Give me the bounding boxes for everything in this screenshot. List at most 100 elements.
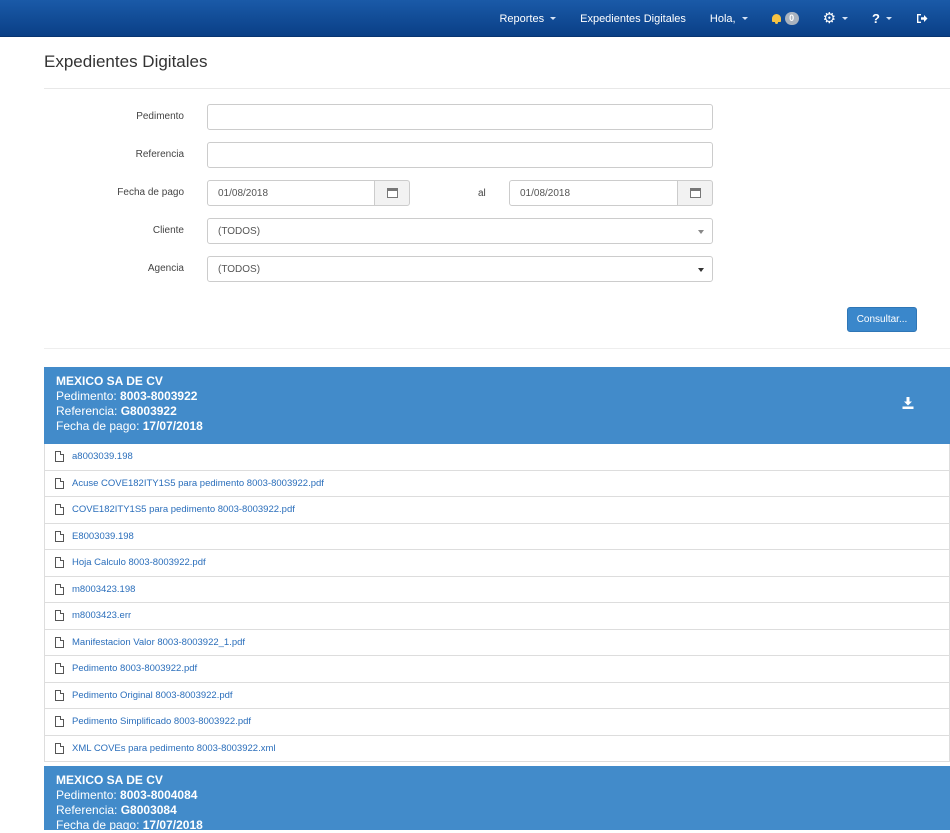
file-icon (55, 530, 64, 542)
al-label: al (478, 188, 486, 199)
fecha-desde-calendar-button[interactable] (374, 180, 410, 206)
gears-icon: ⚙ (822, 10, 837, 27)
nav-user-menu[interactable]: Hola, (710, 13, 748, 25)
file-link[interactable]: Pedimento Simplificado 8003-8003922.pdf (72, 716, 251, 727)
file-row: Pedimento Simplificado 8003-8003922.pdf (44, 709, 950, 736)
pedimento-label: Pedimento: (56, 389, 117, 403)
notification-badge: 0 (784, 12, 799, 25)
navbar-menu: Reportes Expedientes Digitales Hola, 0 ⚙… (499, 0, 950, 37)
fecha-value: 17/07/2018 (142, 419, 203, 433)
file-link[interactable]: Acuse COVE182ITY1S5 para pedimento 8003-… (72, 478, 324, 489)
file-icon (55, 504, 64, 516)
logout-icon (917, 14, 928, 23)
fecha-line: Fecha de pago: 17/07/2018 (56, 419, 938, 434)
file-icon (55, 663, 64, 675)
file-row: Pedimento 8003-8003922.pdf (44, 656, 950, 683)
cliente-label: Cliente (152, 225, 184, 236)
nav-reportes[interactable]: Reportes (499, 12, 557, 25)
nav-notifications[interactable]: 0 (771, 12, 799, 25)
referencia-value: G8003922 (120, 404, 177, 418)
file-link[interactable]: XML COVEs para pedimento 8003-8003922.xm… (72, 743, 276, 754)
file-icon (55, 689, 64, 701)
help-icon: ? (872, 11, 880, 26)
nav-reportes-label: Reportes (499, 12, 545, 25)
company-name: MEXICO SA DE CV (56, 773, 163, 787)
company-name: MEXICO SA DE CV (56, 374, 163, 388)
fecha-hasta-input[interactable]: 01/08/2018 (509, 180, 678, 206)
nav-logout[interactable] (916, 13, 928, 24)
nav-help[interactable]: ? (872, 11, 892, 26)
file-row: Pedimento Original 8003-8003922.pdf (44, 682, 950, 709)
agencia-select-value: (TODOS) (218, 263, 261, 275)
file-icon (55, 477, 64, 489)
cliente-select[interactable]: (TODOS) (207, 218, 713, 244)
referencia-label: Referencia: (56, 803, 118, 817)
agencia-select[interactable]: (TODOS) (207, 256, 713, 282)
file-list: a8003039.198 Acuse COVE182ITY1S5 para pe… (44, 444, 950, 762)
expediente-header: MEXICO SA DE CV Pedimento: 8003-8003922 … (44, 367, 950, 444)
page-title: Expedientes Digitales (44, 52, 208, 71)
file-row: Acuse COVE182ITY1S5 para pedimento 8003-… (44, 470, 950, 497)
file-row: m8003423.err (44, 603, 950, 630)
file-link[interactable]: m8003423.err (72, 610, 131, 621)
file-icon (55, 742, 64, 754)
fecha-hasta-calendar-button[interactable] (677, 180, 713, 206)
divider (44, 88, 950, 89)
download-icon[interactable] (902, 397, 914, 409)
file-link[interactable]: Manifestacion Valor 8003-8003922_1.pdf (72, 637, 245, 648)
pedimento-label: Pedimento (136, 111, 184, 122)
referencia-input[interactable] (207, 142, 713, 168)
chevron-down-icon (886, 17, 892, 20)
pedimento-value: 8003-8004084 (120, 788, 198, 802)
nav-expedientes[interactable]: Expedientes Digitales (580, 13, 686, 25)
expediente-header: MEXICO SA DE CV Pedimento: 8003-8004084 … (44, 766, 950, 833)
file-icon (55, 716, 64, 728)
fecha-desde-input[interactable]: 01/08/2018 (207, 180, 375, 206)
file-row: a8003039.198 (44, 444, 950, 471)
referencia-label: Referencia: (56, 404, 118, 418)
file-row: m8003423.198 (44, 576, 950, 603)
file-link[interactable]: Hoja Calculo 8003-8003922.pdf (72, 557, 206, 568)
file-link[interactable]: a8003039.198 (72, 451, 133, 462)
fecha-pago-label: Fecha de pago (117, 187, 184, 198)
referencia-value: G8003084 (120, 803, 177, 817)
file-row: Hoja Calculo 8003-8003922.pdf (44, 550, 950, 577)
calendar-icon (386, 188, 398, 198)
referencia-line: Referencia: G8003084 (56, 803, 938, 818)
consultar-button[interactable]: Consultar... (847, 307, 917, 332)
file-link[interactable]: Pedimento 8003-8003922.pdf (72, 663, 197, 674)
file-row: Manifestacion Valor 8003-8003922_1.pdf (44, 629, 950, 656)
pedimento-label: Pedimento: (56, 788, 117, 802)
referencia-label: Referencia (135, 149, 184, 160)
file-icon (55, 583, 64, 595)
file-icon (55, 451, 64, 463)
file-icon (55, 557, 64, 569)
pedimento-input[interactable] (207, 104, 713, 130)
referencia-line: Referencia: G8003922 (56, 404, 938, 419)
calendar-icon (689, 188, 701, 198)
fecha-line: Fecha de pago: 17/07/2018 (56, 818, 938, 833)
file-icon (55, 636, 64, 648)
bell-icon (771, 14, 781, 24)
chevron-down-icon (741, 17, 748, 20)
chevron-down-icon (842, 17, 849, 20)
file-link[interactable]: COVE182ITY1S5 para pedimento 8003-800392… (72, 504, 295, 515)
agencia-label: Agencia (147, 263, 184, 274)
chevron-down-icon (698, 268, 704, 272)
file-row: COVE182ITY1S5 para pedimento 8003-800392… (44, 497, 950, 524)
nav-settings[interactable]: ⚙ (822, 10, 849, 27)
file-link[interactable]: Pedimento Original 8003-8003922.pdf (72, 690, 233, 701)
nav-expedientes-label: Expedientes Digitales (580, 12, 686, 25)
nav-user-greeting: Hola, (709, 12, 736, 25)
pedimento-line: Pedimento: 8003-8004084 (56, 788, 938, 803)
file-row: E8003039.198 (44, 523, 950, 550)
top-navbar: Reportes Expedientes Digitales Hola, 0 ⚙… (0, 0, 950, 37)
chevron-down-icon (550, 17, 557, 20)
file-link[interactable]: m8003423.198 (72, 584, 135, 595)
pedimento-line: Pedimento: 8003-8003922 (56, 389, 938, 404)
file-row: XML COVEs para pedimento 8003-8003922.xm… (44, 735, 950, 762)
fecha-label: Fecha de pago: (56, 419, 140, 433)
file-icon (55, 610, 64, 622)
file-link[interactable]: E8003039.198 (72, 531, 134, 542)
cliente-select-value: (TODOS) (218, 225, 261, 237)
